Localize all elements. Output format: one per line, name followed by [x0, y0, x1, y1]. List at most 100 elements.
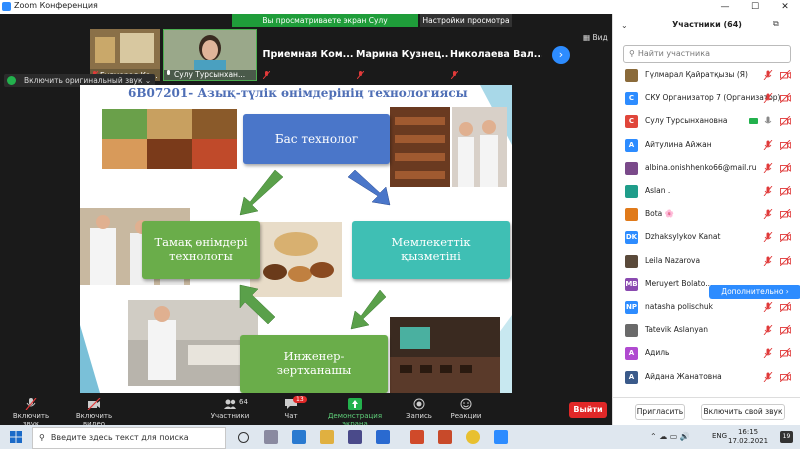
search-icon: ⚲	[39, 433, 45, 442]
taskbar-clock[interactable]: 16:15 17.02.2021	[728, 428, 768, 446]
video-tile[interactable]: Николаева Вал...	[450, 29, 542, 81]
arrow-top-left	[239, 169, 284, 216]
participant-name: Адиль	[645, 348, 670, 358]
box-chief-technologist: Бас технолог	[243, 114, 390, 164]
video-off-icon	[780, 186, 791, 196]
window-title-bar: Zoom Конференция — ☐ ✕	[0, 0, 800, 14]
record-icon	[413, 398, 425, 410]
next-page-button[interactable]: ›	[552, 46, 570, 64]
video-tile-active[interactable]: Сулу Турсынхан...	[163, 29, 257, 81]
participant-avatar: С	[625, 92, 638, 106]
cortana-icon[interactable]	[238, 432, 249, 443]
participant-row[interactable]: Гүлмарал Қайратқызы (Я)	[613, 66, 800, 85]
arrow-bottom-right	[350, 289, 387, 330]
participant-row[interactable]: С СКУ Организатор 7 (Организатор)	[613, 89, 800, 108]
search-icon: ⚲	[629, 49, 635, 58]
maximize-button[interactable]: ☐	[740, 0, 770, 14]
close-window-button[interactable]: ✕	[770, 0, 800, 14]
unmute-self-button[interactable]: Включить свой звук	[701, 404, 785, 420]
participant-name: Leila Nazarova	[645, 255, 701, 265]
more-options-button[interactable]: Дополнительно ›	[709, 285, 800, 299]
participant-avatar: А	[625, 370, 638, 384]
video-off-icon	[780, 232, 791, 243]
mail-icon[interactable]	[376, 430, 390, 444]
participant-name: Meruyert Bolato...	[645, 278, 713, 288]
notifications-icon[interactable]: 19	[780, 431, 793, 443]
muted-mic-icon	[357, 71, 364, 79]
panel-footer: Пригласить Включить свой звук	[613, 397, 800, 426]
minimize-button[interactable]: —	[710, 0, 740, 14]
unmute-button[interactable]: Включить звук	[4, 398, 58, 428]
participant-row[interactable]: А Айтулина Айжан	[613, 136, 800, 155]
search-placeholder: Найти участника	[637, 49, 710, 58]
reactions-button[interactable]: Реакции	[448, 398, 484, 420]
tile-name: Приемная Ком...	[262, 49, 354, 60]
tile-name: Николаева Вал...	[450, 49, 542, 60]
yandex-icon[interactable]	[438, 430, 452, 444]
tray-icons[interactable]: ⌃ ☁ ▭ 🔊	[650, 432, 690, 441]
participant-row[interactable]: Bota 🌸	[613, 205, 800, 224]
leave-meeting-button[interactable]: Выйти	[569, 402, 607, 418]
muted-mic-icon	[763, 348, 773, 359]
popout-icon[interactable]: ⧉	[773, 19, 779, 29]
participant-row[interactable]: С Сулу Турсынхановна	[613, 112, 800, 131]
participant-name: natasha polischuk	[645, 302, 713, 311]
view-settings-button[interactable]: Настройки просмотра ⌄	[420, 14, 512, 38]
store-icon[interactable]	[348, 430, 362, 444]
view-button[interactable]: ▦ Вид	[583, 33, 608, 42]
participant-avatar	[625, 161, 638, 175]
task-view-icon[interactable]	[264, 430, 278, 444]
muted-mic-icon	[763, 162, 773, 173]
chrome-icon[interactable]	[466, 430, 480, 444]
video-on-icon	[749, 118, 758, 125]
record-button[interactable]: Запись	[402, 398, 436, 420]
invite-button[interactable]: Пригласить	[635, 404, 685, 420]
participants-panel: ⌄ Участники (64) ⧉ ⚲ Найти участника Гүлм…	[612, 14, 800, 425]
participants-count: 64	[239, 398, 248, 406]
muted-mic-icon	[763, 232, 773, 243]
participant-row[interactable]: Leila Nazarova	[613, 252, 800, 271]
muted-mic-icon	[763, 325, 773, 336]
window-title: Zoom Конференция	[14, 1, 98, 10]
participant-row[interactable]: Tatevik Aslanyan	[613, 321, 800, 340]
participant-avatar: С	[625, 115, 638, 129]
video-tile[interactable]: Приемная Ком...	[262, 29, 354, 81]
office-icon[interactable]	[410, 430, 424, 444]
participant-search-input[interactable]: ⚲ Найти участника	[623, 45, 791, 63]
zoom-taskbar-icon[interactable]	[494, 430, 508, 444]
muted-mic-icon	[763, 255, 773, 266]
participant-avatar: А	[625, 347, 638, 361]
participant-name: Aslan .	[645, 186, 671, 195]
participant-row[interactable]: А Адиль	[613, 344, 800, 363]
viewing-screen-notice: Вы просматриваете экран Сулу Турсынханов…	[232, 14, 418, 38]
taskbar-search-input[interactable]: ⚲ Введите здесь текст для поиска	[32, 427, 226, 449]
participant-row[interactable]: Aslan .	[613, 182, 800, 201]
windows-start-icon[interactable]	[10, 431, 22, 443]
participant-row[interactable]: albina.onishhenko66@mail.ru	[613, 159, 800, 178]
participant-row[interactable]: NP natasha polischuk	[613, 298, 800, 317]
meeting-toolbar: Включить звук Включить видео Участники 6…	[0, 395, 612, 428]
share-screen-button[interactable]: Демонстрация экрана	[316, 398, 394, 428]
box-label: Бас технолог	[274, 131, 359, 146]
participant-video-image	[164, 30, 256, 70]
tile-name: Марина Кузнец...	[356, 49, 448, 60]
language-indicator[interactable]: ENG	[712, 432, 727, 440]
participant-name: СКУ Организатор 7 (Организатор)	[645, 93, 781, 103]
file-explorer-icon[interactable]	[320, 430, 334, 444]
record-label: Запись	[406, 412, 432, 420]
participant-row[interactable]: А Айдана Жанатовна	[613, 368, 800, 387]
start-video-button[interactable]: Включить видео	[64, 398, 124, 428]
video-off-icon	[780, 162, 791, 173]
participant-avatar: NP	[625, 301, 638, 314]
muted-mic-icon	[763, 186, 773, 196]
video-tile[interactable]: Марина Кузнец...	[356, 29, 448, 81]
mic-icon	[764, 116, 772, 124]
edge-icon[interactable]	[292, 430, 306, 444]
participant-row[interactable]: DK Dzhaksylykov Kanat	[613, 228, 800, 247]
participant-avatar	[625, 324, 638, 338]
box-state-service: Мемлекеттік қызметіні	[352, 221, 510, 279]
arrow-bottom-left	[239, 284, 276, 325]
box-label: Тамақ өнімдері	[154, 235, 248, 250]
zoom-logo-icon	[2, 2, 11, 11]
chevron-down-icon[interactable]: ⌄	[145, 76, 151, 85]
